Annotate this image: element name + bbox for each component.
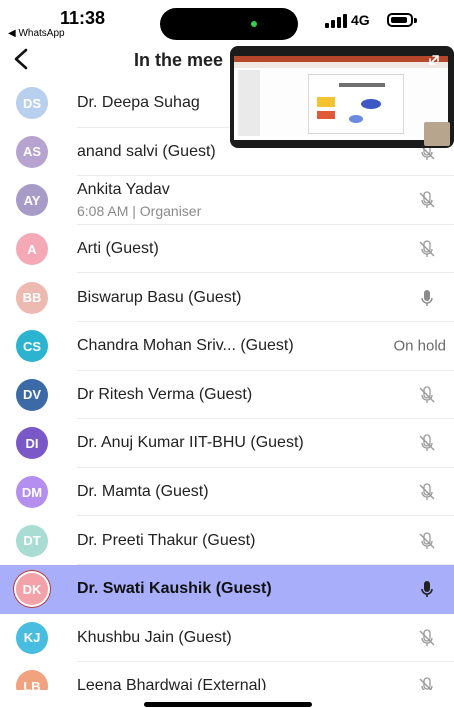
mic-muted-icon — [419, 386, 435, 403]
participant-name: Dr. Mamta (Guest) — [77, 483, 209, 501]
participant-info: Leena Bhardwaj (External) — [77, 677, 394, 690]
avatar: A — [16, 233, 48, 266]
avatar: DS — [16, 87, 48, 120]
participant-name: Dr. Swati Kaushik (Guest) — [77, 580, 272, 598]
participant-info: Dr Ritesh Verma (Guest) — [77, 386, 394, 404]
participant-status — [416, 287, 446, 309]
participant-info: Dr. Anuj Kumar IIT-BHU (Guest) — [77, 434, 394, 452]
back-to-app-link[interactable]: ◀ WhatsApp — [8, 28, 65, 39]
participant-row[interactable]: DK Dr. Swati Kaushik (Guest) — [0, 564, 454, 614]
participant-info: Khushbu Jain (Guest) — [77, 629, 394, 647]
participant-info: Dr. Preeti Thakur (Guest) — [77, 532, 394, 550]
avatar: AY — [16, 184, 48, 217]
status-time: 11:38 — [60, 8, 106, 28]
mic-muted-icon — [419, 677, 433, 690]
mic-icon — [421, 581, 433, 598]
participant-name: Arti (Guest) — [77, 240, 159, 258]
page-title: In the mee — [134, 50, 224, 70]
participant-name: Dr Ritesh Verma (Guest) — [77, 385, 253, 403]
participant-status — [416, 189, 446, 211]
on-hold-label: On hold — [393, 337, 446, 355]
participant-name: Khushbu Jain (Guest) — [77, 628, 232, 646]
avatar: DT — [16, 524, 48, 557]
avatar: AS — [16, 135, 48, 168]
mic-icon — [421, 289, 433, 306]
participant-row[interactable]: DV Dr Ritesh Verma (Guest) — [0, 371, 454, 420]
participant-name: Chandra Mohan Sriv... (Guest) — [77, 337, 294, 355]
participant-row[interactable]: CS Chandra Mohan Sriv... (Guest) On hold — [0, 322, 454, 371]
mic-muted-icon — [419, 240, 435, 258]
battery-icon — [387, 13, 413, 27]
participant-row[interactable]: A Arti (Guest) — [0, 225, 454, 274]
participant-role: 6:08 AM | Organiser — [77, 203, 202, 220]
mic-muted-icon — [419, 434, 435, 452]
avatar: DV — [16, 378, 48, 411]
cellular-signal-icon — [325, 14, 349, 28]
avatar: DM — [16, 476, 48, 509]
participant-name: Dr. Preeti Thakur (Guest) — [77, 531, 256, 549]
status-bar: 11:38 ◀ WhatsApp 4G — [0, 0, 454, 42]
participant-row[interactable]: KJ Khushbu Jain (Guest) — [0, 614, 454, 663]
participant-row[interactable]: AY Ankita Yadav 6:08 AM | Organiser — [0, 176, 454, 225]
avatar: BB — [16, 281, 48, 314]
dynamic-island — [160, 8, 298, 40]
chevron-left-icon[interactable] — [8, 44, 36, 74]
participant-info: Chandra Mohan Sriv... (Guest) — [77, 337, 394, 355]
participant-status — [416, 432, 446, 454]
avatar: LB — [16, 670, 48, 690]
participant-row[interactable]: BB Biswarup Basu (Guest) — [0, 273, 454, 322]
participant-name: Leena Bhardwaj (External) — [77, 677, 267, 690]
participant-info: Ankita Yadav 6:08 AM | Organiser — [77, 181, 394, 219]
participant-name: Biswarup Basu (Guest) — [77, 288, 242, 306]
mic-muted-icon — [419, 531, 435, 549]
participant-list[interactable]: DS Dr. Deepa Suhag AS anand salvi (Guest) AY… — [0, 79, 454, 690]
participant-row[interactable]: DM Dr. Mamta (Guest) — [0, 468, 454, 517]
mic-muted-icon — [419, 191, 435, 209]
participant-status — [416, 238, 446, 260]
avatar: DK — [16, 573, 48, 606]
avatar: KJ — [16, 621, 48, 654]
participant-status — [416, 481, 446, 503]
participant-status — [416, 675, 446, 690]
participant-info: Biswarup Basu (Guest) — [77, 289, 394, 307]
battery-tip — [414, 18, 417, 23]
participant-status — [416, 530, 446, 552]
home-indicator[interactable] — [144, 702, 312, 707]
participant-status — [416, 384, 446, 406]
video-tile[interactable] — [230, 46, 454, 148]
participant-status: On hold — [393, 338, 446, 355]
avatar: CS — [16, 330, 48, 363]
participant-name: Ankita Yadav — [77, 181, 170, 199]
participant-status — [416, 627, 446, 649]
expand-icon[interactable] — [424, 50, 444, 70]
participant-name: Dr. Anuj Kumar IIT-BHU (Guest) — [77, 434, 304, 452]
avatar: DI — [16, 427, 48, 460]
mic-muted-icon — [419, 483, 435, 501]
camera-indicator-icon — [251, 21, 257, 27]
network-type: 4G — [351, 12, 370, 28]
participant-info: Arti (Guest) — [77, 240, 394, 258]
shared-screen — [234, 56, 448, 140]
participant-row[interactable]: DI Dr. Anuj Kumar IIT-BHU (Guest) — [0, 419, 454, 468]
participant-row[interactable]: DT Dr. Preeti Thakur (Guest) — [0, 516, 454, 565]
mic-muted-icon — [419, 629, 435, 646]
camera-preview — [424, 122, 450, 146]
participant-row[interactable]: LB Leena Bhardwaj (External) — [0, 662, 454, 690]
participant-info: Dr. Swati Kaushik (Guest) — [77, 580, 394, 598]
participant-info: Dr. Mamta (Guest) — [77, 483, 394, 501]
participant-status — [416, 578, 446, 600]
